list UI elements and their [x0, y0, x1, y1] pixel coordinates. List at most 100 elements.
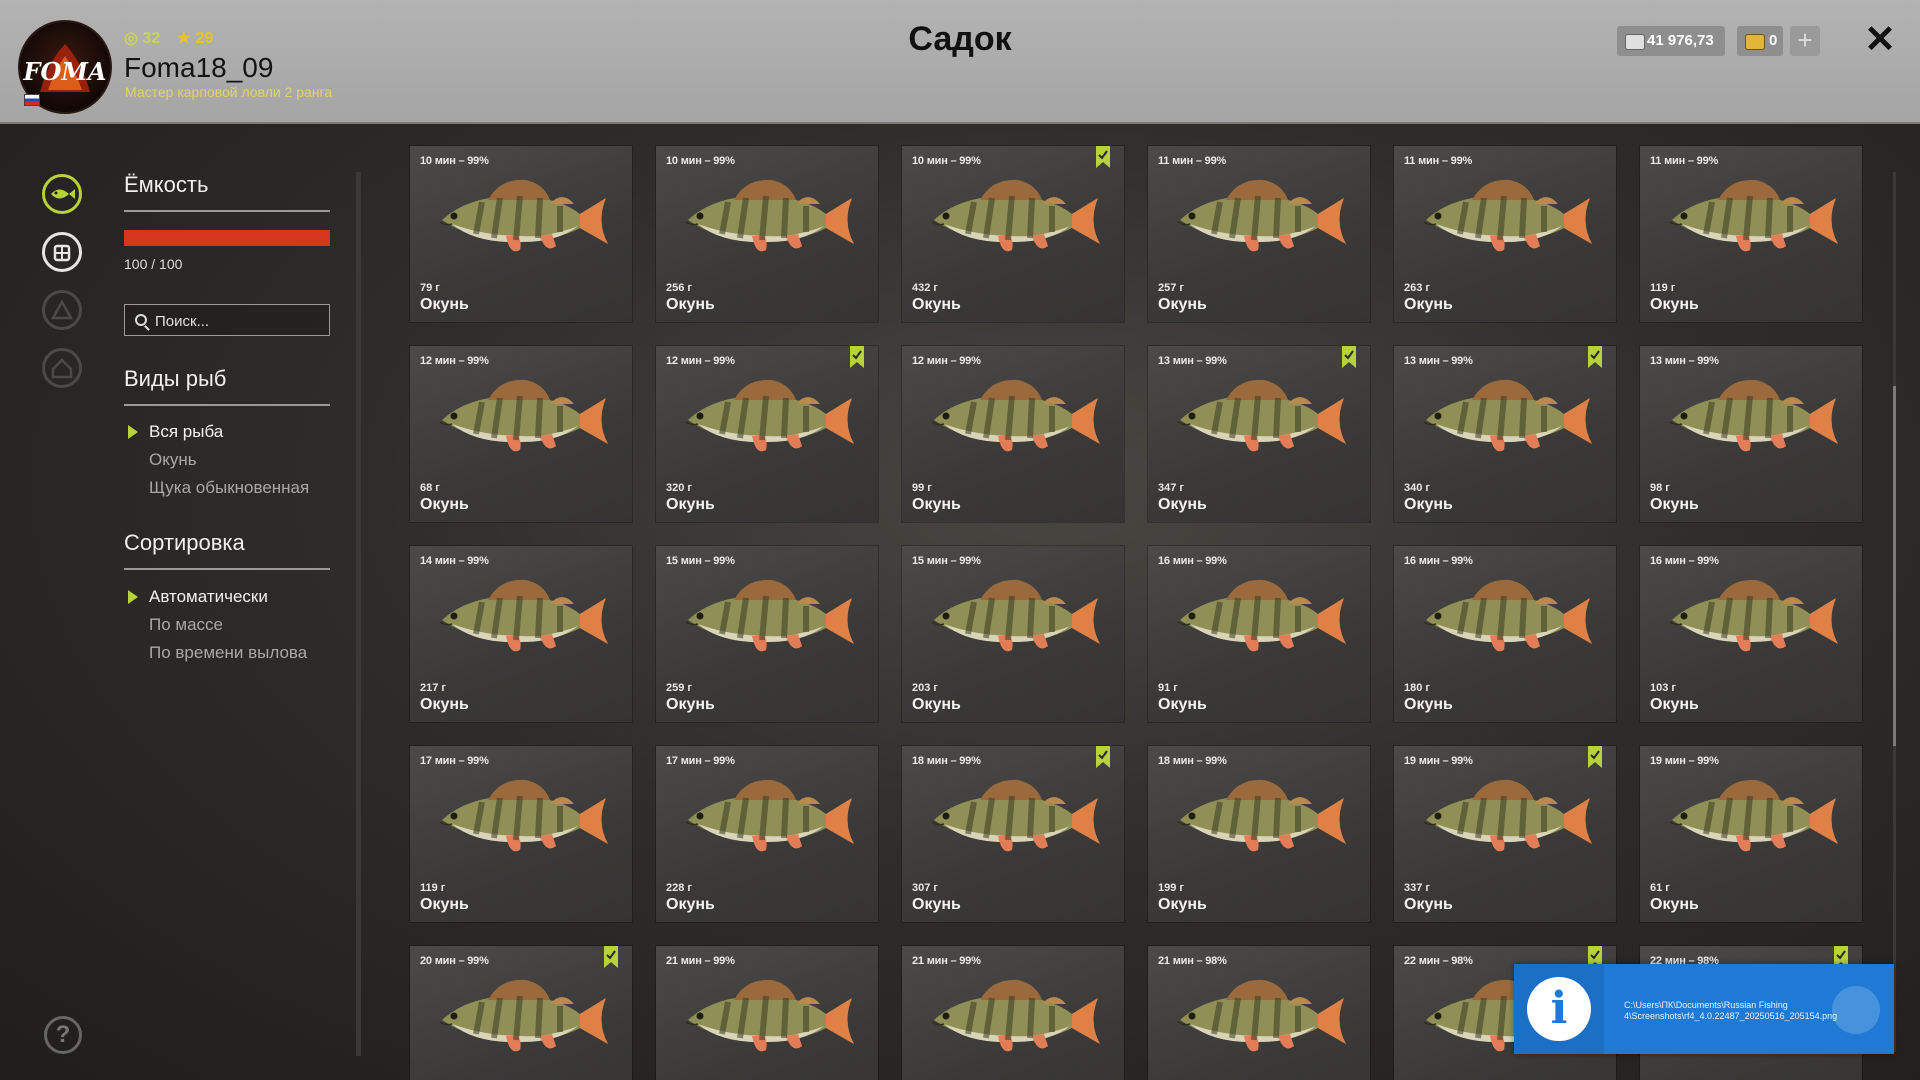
fish-card[interactable]: 10 мин – 99% 432 г Окунь	[902, 146, 1124, 322]
catch-time-freshness: 15 мин – 99%	[666, 555, 735, 567]
fish-card[interactable]: 17 мин – 99% 119 г Окунь	[410, 746, 632, 922]
fish-name: Окунь	[912, 496, 961, 513]
search-input[interactable]	[153, 305, 327, 337]
species-option-pike[interactable]: Щука обыкновенная	[149, 478, 309, 498]
fish-card[interactable]: 18 мин – 99% 307 г Окунь	[902, 746, 1124, 922]
camp-icon[interactable]	[42, 290, 82, 330]
fish-card[interactable]: 10 мин – 99% 256 г Окунь	[656, 146, 878, 322]
fish-card[interactable]: 17 мин – 99% 228 г Окунь	[656, 746, 878, 922]
catch-time-freshness: 21 мин – 98%	[1158, 955, 1227, 967]
perch-image	[922, 770, 1104, 871]
perch-image	[1660, 370, 1842, 471]
fish-weight: 98 г	[1650, 482, 1670, 494]
fish-card[interactable]: 19 мин – 99% 61 г Окунь	[1640, 746, 1862, 922]
fish-card[interactable]: 19 мин – 99% 337 г Окунь	[1394, 746, 1616, 922]
sort-option-time[interactable]: По времени вылова	[149, 643, 307, 663]
fish-card[interactable]: 15 мин – 99% 203 г Окунь	[902, 546, 1124, 722]
fish-weight: 203 г	[912, 682, 938, 694]
screenshot-notification[interactable]: i C:\Users\ПК\Documents\Russian Fishing …	[1514, 964, 1894, 1054]
bookmark-icon[interactable]	[604, 946, 618, 968]
bookmark-icon[interactable]	[1096, 746, 1110, 768]
fish-card[interactable]: 16 мин – 99% 91 г Окунь	[1148, 546, 1370, 722]
perch-image	[922, 370, 1104, 471]
add-gold-button[interactable]: +	[1790, 26, 1820, 56]
perch-image	[1414, 370, 1596, 471]
fish-card[interactable]: 16 мин – 99% 180 г Окунь	[1394, 546, 1616, 722]
gold-balance: 0	[1737, 26, 1783, 56]
fish-name: Окунь	[666, 896, 715, 913]
fish-name: Окунь	[1404, 896, 1453, 913]
fish-name: Окунь	[1158, 696, 1207, 713]
perch-image	[676, 570, 858, 671]
fish-card[interactable]: 20 мин – 99%	[410, 946, 632, 1080]
divider	[124, 210, 330, 212]
fish-name: Окунь	[1650, 496, 1699, 513]
fish-card[interactable]: 12 мин – 99% 68 г Окунь	[410, 346, 632, 522]
perch-image	[676, 370, 858, 471]
bookmark-icon[interactable]	[850, 346, 864, 368]
fish-weight: 61 г	[1650, 882, 1670, 894]
fish-card[interactable]: 14 мин – 99% 217 г Окунь	[410, 546, 632, 722]
catch-time-freshness: 21 мин – 99%	[666, 955, 735, 967]
perch-image	[430, 770, 612, 871]
fish-card[interactable]: 13 мин – 99% 340 г Окунь	[1394, 346, 1616, 522]
keepnet-icon[interactable]	[42, 232, 82, 272]
perch-image	[922, 170, 1104, 271]
capacity-text: 100 / 100	[124, 256, 183, 272]
fish-card[interactable]: 11 мин – 99% 119 г Окунь	[1640, 146, 1862, 322]
fish-card[interactable]: 16 мин – 99% 103 г Окунь	[1640, 546, 1862, 722]
search-icon	[135, 314, 147, 326]
fish-card[interactable]: 11 мин – 99% 257 г Окунь	[1148, 146, 1370, 322]
fish-card[interactable]: 13 мин – 99% 347 г Окунь	[1148, 346, 1370, 522]
fish-card[interactable]: 13 мин – 99% 98 г Окунь	[1640, 346, 1862, 522]
catch-time-freshness: 17 мин – 99%	[666, 755, 735, 767]
catch-time-freshness: 20 мин – 99%	[420, 955, 489, 967]
help-button[interactable]: ?	[44, 1016, 82, 1054]
perch-image	[1414, 570, 1596, 671]
fish-card[interactable]: 18 мин – 99% 199 г Окунь	[1148, 746, 1370, 922]
catch-time-freshness: 18 мин – 99%	[912, 755, 981, 767]
user-title: Мастер карповой ловли 2 ранга	[125, 84, 333, 100]
fish-name: Окунь	[1404, 696, 1453, 713]
fish-card[interactable]: 21 мин – 99%	[902, 946, 1124, 1080]
scrollbar-thumb[interactable]	[1893, 386, 1896, 746]
capacity-bar	[124, 230, 330, 246]
home-icon[interactable]	[42, 348, 82, 388]
fish-name: Окунь	[1650, 696, 1699, 713]
species-option-all[interactable]: Вся рыба	[149, 422, 223, 442]
close-button[interactable]: ✕	[1862, 20, 1898, 60]
bookmark-icon[interactable]	[1588, 746, 1602, 768]
bookmark-icon[interactable]	[1588, 346, 1602, 368]
fish-name: Окунь	[420, 296, 469, 313]
panel-divider	[356, 172, 361, 1056]
sort-option-mass[interactable]: По массе	[149, 615, 223, 635]
fish-name: Окунь	[912, 696, 961, 713]
fish-card[interactable]: 12 мин – 99% 99 г Окунь	[902, 346, 1124, 522]
fish-weight: 432 г	[912, 282, 938, 294]
fish-card[interactable]: 12 мин – 99% 320 г Окунь	[656, 346, 878, 522]
fish-card[interactable]: 21 мин – 98%	[1148, 946, 1370, 1080]
fish-weight: 199 г	[1158, 882, 1184, 894]
catch-time-freshness: 13 мин – 99%	[1158, 355, 1227, 367]
fish-name: Окунь	[1158, 496, 1207, 513]
bookmark-icon[interactable]	[1342, 346, 1356, 368]
fish-icon[interactable]	[42, 174, 82, 214]
bookmark-icon[interactable]	[1096, 146, 1110, 168]
gold-coin-icon	[1745, 34, 1765, 50]
fish-card[interactable]: 10 мин – 99% 79 г Окунь	[410, 146, 632, 322]
fish-name: Окунь	[1650, 896, 1699, 913]
silver-coin-icon	[1625, 34, 1645, 50]
divider	[124, 568, 330, 570]
fish-card[interactable]: 21 мин – 99%	[656, 946, 878, 1080]
fish-name: Окунь	[1158, 296, 1207, 313]
fish-card[interactable]: 11 мин – 99% 263 г Окунь	[1394, 146, 1616, 322]
catch-time-freshness: 13 мин – 99%	[1650, 355, 1719, 367]
species-option-perch[interactable]: Окунь	[149, 450, 197, 470]
fish-card[interactable]: 15 мин – 99% 259 г Окунь	[656, 546, 878, 722]
perch-image	[1168, 370, 1350, 471]
fish-weight: 347 г	[1158, 482, 1184, 494]
fish-name: Окунь	[912, 296, 961, 313]
sort-option-auto[interactable]: Автоматически	[149, 587, 268, 607]
search-box[interactable]	[124, 304, 330, 337]
fish-weight: 228 г	[666, 882, 692, 894]
